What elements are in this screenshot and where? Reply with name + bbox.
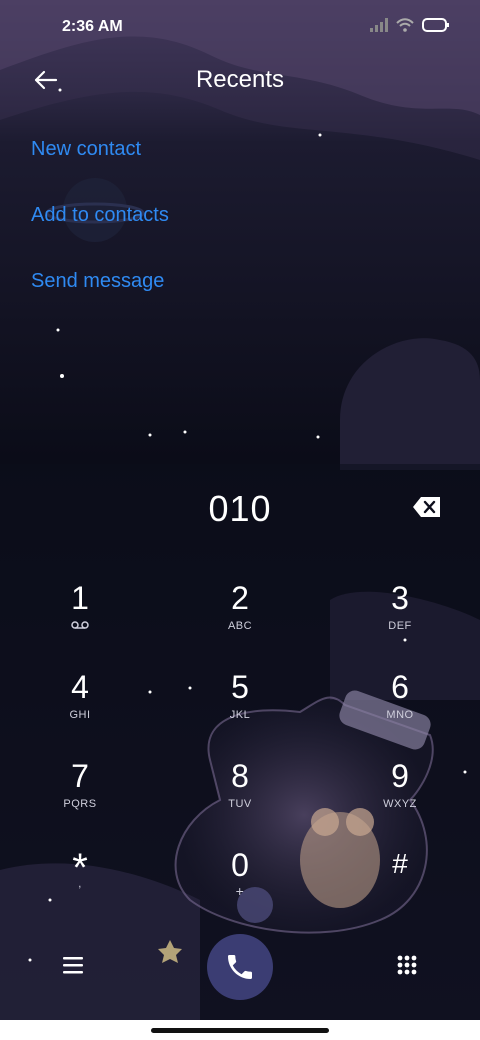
signal-icon (370, 18, 388, 32)
key-hash[interactable]: # (340, 846, 460, 926)
key-digit: 5 (231, 669, 249, 705)
key-1[interactable]: 1 (20, 580, 140, 660)
status-time: 2:36 AM (62, 18, 123, 35)
key-letters: JKL (229, 709, 251, 721)
voicemail-icon (71, 621, 89, 629)
dialpad-icon[interactable] (396, 954, 418, 976)
key-digit: 6 (391, 669, 409, 705)
battery-icon (422, 18, 449, 32)
key-digit: 1 (71, 580, 89, 616)
key-digit: 4 (71, 669, 89, 705)
key-letters: PQRS (63, 798, 97, 810)
dialed-number: 010 (208, 488, 272, 529)
key-letters: DEF (388, 620, 412, 632)
key-star[interactable]: * , (20, 848, 140, 928)
key-digit: 0 (231, 847, 249, 883)
key-6[interactable]: 6 MNO (340, 669, 460, 749)
key-letters: GHI (69, 709, 91, 721)
key-letters: + (235, 883, 245, 899)
key-3[interactable]: 3 DEF (340, 580, 460, 660)
wifi-icon (396, 18, 414, 32)
phone-icon (228, 955, 252, 979)
key-5[interactable]: 5 JKL (180, 669, 300, 749)
key-letters: MNO (386, 709, 414, 721)
key-letters: , (78, 878, 82, 890)
add-to-contacts-link[interactable]: Add to contacts (31, 204, 169, 227)
key-letters: TUV (228, 798, 252, 810)
new-contact-link[interactable]: New contact (31, 138, 141, 161)
send-message-link[interactable]: Send message (31, 270, 164, 293)
home-indicator[interactable] (151, 1028, 329, 1033)
key-digit: # (392, 848, 408, 879)
status-icons (370, 18, 450, 32)
key-0[interactable]: 0 + (180, 847, 300, 927)
key-digit: 8 (231, 758, 249, 794)
key-digit: 3 (391, 580, 409, 616)
key-2[interactable]: 2 ABC (180, 580, 300, 660)
key-digit: 9 (391, 758, 409, 794)
key-letters: WXYZ (383, 798, 417, 810)
call-button[interactable] (207, 934, 273, 1000)
backspace-icon[interactable] (412, 496, 442, 518)
page-title: Recents (195, 66, 285, 93)
key-digit: 2 (231, 580, 249, 616)
key-8[interactable]: 8 TUV (180, 758, 300, 838)
key-7[interactable]: 7 PQRS (20, 758, 140, 838)
menu-icon[interactable] (62, 955, 84, 975)
key-letters: ABC (227, 620, 253, 632)
key-4[interactable]: 4 GHI (20, 669, 140, 749)
dialer-screen: 2:36 AM Recents New contact Add to conta… (0, 0, 480, 1020)
key-digit: 7 (71, 758, 89, 794)
key-9[interactable]: 9 WXYZ (340, 758, 460, 838)
